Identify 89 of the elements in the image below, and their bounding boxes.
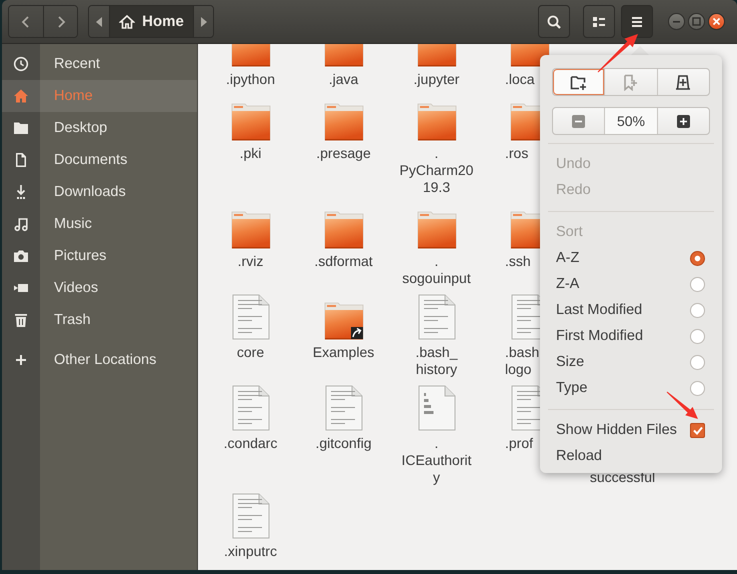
scroll-left-button[interactable]: [89, 6, 109, 37]
file-name[interactable]: .java: [328, 71, 358, 88]
list-view-button[interactable]: [583, 5, 615, 38]
search-icon: [546, 14, 562, 30]
music-icon: [13, 216, 29, 232]
plus-icon: [13, 352, 29, 368]
camera-icon: [13, 248, 29, 264]
search-button[interactable]: [538, 5, 570, 38]
menu-item[interactable]: A-Z: [552, 245, 710, 271]
binary-file-icon[interactable]: [418, 385, 456, 431]
file-name[interactable]: .ros: [505, 145, 528, 162]
sidebar-item[interactable]: Downloads: [2, 176, 197, 208]
checkbox[interactable]: [690, 422, 705, 438]
radio-button[interactable]: [690, 302, 705, 318]
sidebar-item[interactable]: Pictures: [2, 240, 197, 272]
file-name[interactable]: .condarc: [224, 435, 278, 452]
radio-button[interactable]: [690, 276, 705, 292]
file-name[interactable]: .presage: [316, 145, 371, 162]
menu-item[interactable]: Z-A: [552, 271, 710, 297]
zoom-level-button[interactable]: 50%: [604, 108, 657, 134]
new-folder-button[interactable]: [553, 69, 604, 95]
file-name[interactable]: .sdformat: [314, 253, 373, 270]
zoom-out-icon: [572, 114, 586, 128]
close-button[interactable]: [708, 13, 725, 30]
radio-button[interactable]: [690, 380, 705, 396]
folder-icon[interactable]: [324, 211, 364, 249]
file-name[interactable]: core: [236, 344, 264, 361]
file-name[interactable]: .rviz: [238, 253, 264, 270]
file-name[interactable]: . PyCharm20 19.3: [400, 145, 474, 196]
left-triangle-icon: [96, 16, 102, 26]
forward-button[interactable]: [43, 6, 77, 37]
file-name[interactable]: .jupyter: [414, 71, 460, 88]
sidebar-item[interactable]: Other Locations: [2, 344, 197, 376]
radio-button[interactable]: [690, 328, 705, 344]
folder-shortcut-icon[interactable]: [324, 302, 364, 340]
menu-item[interactable]: Reload: [552, 443, 710, 469]
minimize-button[interactable]: [668, 13, 685, 30]
file-name[interactable]: . ICEauthorit y: [401, 435, 472, 486]
folder-icon[interactable]: [416, 211, 456, 249]
folder-icon[interactable]: [230, 211, 270, 249]
scroll-right-button[interactable]: [193, 6, 213, 37]
file-name[interactable]: successful: [590, 469, 656, 486]
file-name[interactable]: .xinputrc: [224, 543, 277, 560]
right-triangle-icon: [200, 16, 206, 26]
file-name[interactable]: .prof: [505, 435, 534, 452]
menu-item[interactable]: First Modified: [552, 323, 710, 349]
file-name[interactable]: .loca: [505, 71, 535, 88]
trash-icon: [13, 312, 29, 328]
text-file-icon[interactable]: [324, 385, 362, 431]
radio-button[interactable]: [690, 250, 705, 266]
file-name[interactable]: .ipython: [226, 71, 276, 88]
zoom-in-icon: [676, 114, 690, 128]
sidebar-item[interactable]: Music: [2, 208, 197, 240]
text-file-icon[interactable]: [232, 385, 270, 431]
clock-icon: [13, 56, 29, 72]
folder-icon[interactable]: [230, 103, 270, 141]
new-tab-icon: [674, 74, 692, 90]
home-icon: [13, 88, 29, 104]
radio-button[interactable]: [690, 354, 705, 370]
menu-item[interactable]: Size: [552, 349, 710, 375]
home-icon: [119, 14, 136, 30]
text-file-icon[interactable]: [232, 294, 270, 340]
sidebar-item[interactable]: Videos: [2, 272, 197, 304]
folder-icon: [13, 120, 29, 136]
menu-item[interactable]: Type: [552, 375, 710, 401]
menu-item[interactable]: Show Hidden Files: [552, 417, 710, 443]
sidebar-item[interactable]: Desktop: [2, 112, 197, 144]
file-name[interactable]: .bash logo: [505, 344, 540, 378]
back-button[interactable]: [9, 6, 43, 37]
text-file-icon[interactable]: [418, 294, 456, 340]
file-name[interactable]: Examples: [312, 344, 374, 361]
file-name[interactable]: .ssh: [505, 253, 531, 270]
menu-button[interactable]: [621, 5, 653, 38]
document-icon: [13, 152, 29, 168]
file-name[interactable]: .pki: [240, 145, 262, 162]
path-button[interactable]: Home: [109, 6, 193, 37]
sidebar-item[interactable]: Documents: [2, 144, 197, 176]
bookmark-icon: [622, 74, 640, 90]
new-folder-icon: [570, 74, 588, 90]
file-name[interactable]: .gitconfig: [315, 435, 372, 452]
folder-icon[interactable]: [416, 103, 456, 141]
sidebar-item[interactable]: Trash: [2, 304, 197, 336]
menu-item[interactable]: Last Modified: [552, 297, 710, 323]
file-name[interactable]: .bash_ history: [415, 344, 458, 378]
folder-icon[interactable]: [324, 103, 364, 141]
file-name[interactable]: . sogouinput: [402, 253, 471, 287]
sidebar-item[interactable]: Recent: [2, 48, 197, 80]
text-file-icon[interactable]: [232, 493, 270, 539]
section-header: Sort: [556, 224, 583, 240]
